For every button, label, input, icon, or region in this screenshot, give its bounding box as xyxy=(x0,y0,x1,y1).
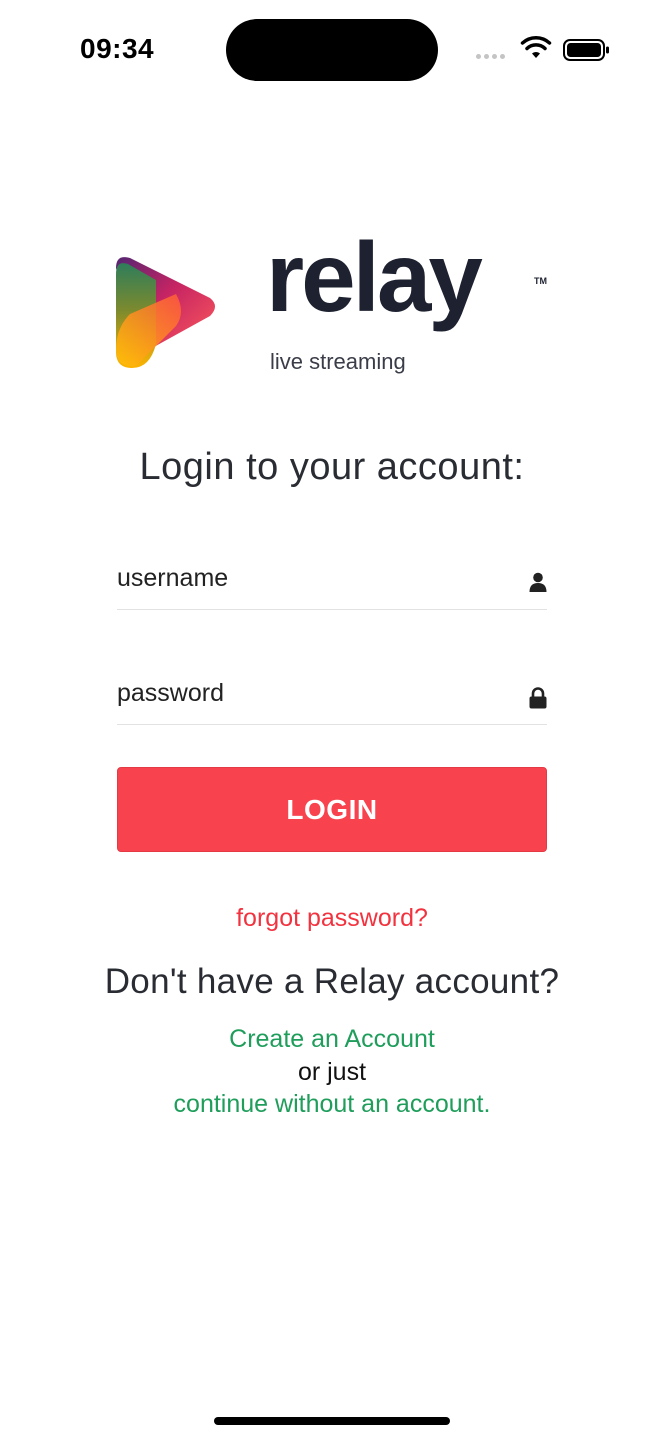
wifi-icon xyxy=(520,36,552,65)
signal-icon xyxy=(476,54,505,59)
battery-icon xyxy=(563,38,611,67)
lock-icon xyxy=(529,687,547,714)
username-field[interactable]: username xyxy=(117,560,547,610)
dynamic-island xyxy=(226,19,438,81)
login-heading: Login to your account: xyxy=(139,446,525,488)
forgot-password-link[interactable]: forgot password? xyxy=(0,904,664,933)
no-account-prompt: Don't have a Relay account? xyxy=(104,962,560,1001)
user-icon xyxy=(529,572,547,597)
logo-tagline: live streaming xyxy=(270,349,406,374)
create-account-link[interactable]: Create an Account xyxy=(0,1025,664,1054)
or-just-text: or just xyxy=(297,1058,367,1086)
continue-without-account-link[interactable]: continue without an account. xyxy=(0,1090,664,1119)
trademark-mark: TM xyxy=(534,276,547,286)
login-button[interactable]: LOGIN xyxy=(117,767,547,852)
password-placeholder: password xyxy=(117,679,224,707)
password-field[interactable]: password xyxy=(117,675,547,725)
home-indicator[interactable] xyxy=(214,1417,450,1425)
status-time: 09:34 xyxy=(80,33,155,64)
username-placeholder: username xyxy=(117,564,229,592)
relay-logo-icon xyxy=(116,254,220,375)
relay-wordmark: relay xyxy=(266,222,483,332)
